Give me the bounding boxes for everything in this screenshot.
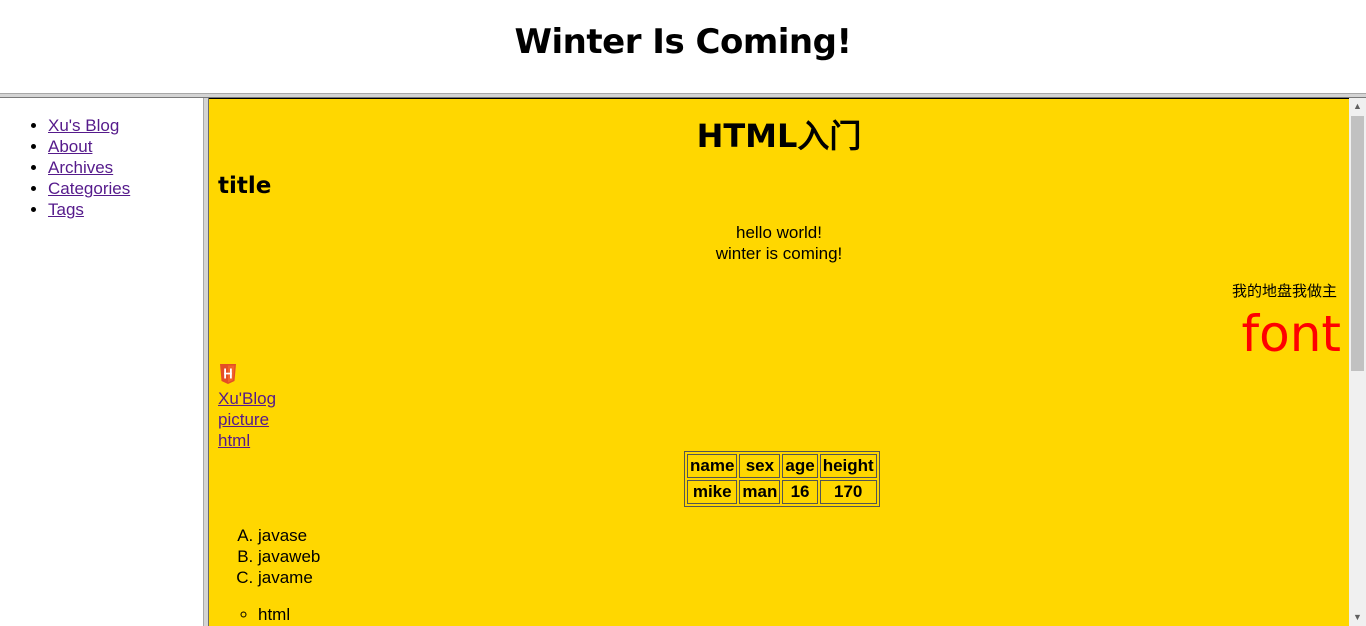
link-list: Xu'Blog picture html xyxy=(218,388,276,451)
html5-icon[interactable] xyxy=(219,364,237,384)
table-header-height: height xyxy=(819,454,877,478)
sidebar-item-about: About xyxy=(48,136,203,157)
table-header-name: name xyxy=(687,454,738,478)
table-header-row: name sex age height xyxy=(687,454,877,478)
sidebar-link-tags[interactable]: Tags xyxy=(48,200,84,219)
link-html[interactable]: html xyxy=(218,430,276,451)
sidebar-item-tags: Tags xyxy=(48,199,203,220)
page-title: Winter Is Coming! xyxy=(514,22,852,62)
ordered-list: javase javaweb javame xyxy=(218,525,320,588)
main-heading: HTML入门 xyxy=(696,117,862,155)
scroll-down-arrow-icon[interactable]: ▼ xyxy=(1349,609,1366,626)
right-aligned-text: 我的地盘我做主 xyxy=(1231,283,1337,300)
link-picture[interactable]: picture xyxy=(218,409,276,430)
centered-paragraph: hello world! winter is coming! xyxy=(209,222,1349,264)
table-header-sex: sex xyxy=(739,454,781,478)
red-font-text: font xyxy=(1241,305,1342,363)
sidebar-link-archives[interactable]: Archives xyxy=(48,158,113,177)
scrollbar-thumb[interactable] xyxy=(1351,116,1364,371)
sidebar-link-categories[interactable]: Categories xyxy=(48,179,130,198)
table-cell-sex: man xyxy=(739,480,781,504)
person-table: name sex age height mike man 16 170 xyxy=(684,451,880,507)
table-row: mike man 16 170 xyxy=(687,480,877,504)
table-cell-age: 16 xyxy=(782,480,818,504)
center-line-2: winter is coming! xyxy=(715,244,843,263)
main-subheading: title xyxy=(218,173,272,199)
sidebar-item-archives: Archives xyxy=(48,157,203,178)
table-header-age: age xyxy=(782,454,818,478)
table-cell-name: mike xyxy=(687,480,738,504)
sidebar-nav: Xu's Blog About Archives Categories Tags xyxy=(0,98,203,220)
center-line-1: hello world! xyxy=(736,223,822,242)
list-item: javase xyxy=(258,525,320,546)
list-item: javaweb xyxy=(258,546,320,567)
sidebar-frame: Xu's Blog About Archives Categories Tags xyxy=(0,98,203,626)
sidebar-item-categories: Categories xyxy=(48,178,203,199)
sidebar-link-blog[interactable]: Xu's Blog xyxy=(48,116,119,135)
link-xublog[interactable]: Xu'Blog xyxy=(218,388,276,409)
table-cell-height: 170 xyxy=(819,480,877,504)
top-frame: Winter Is Coming! xyxy=(0,0,1366,93)
sidebar-item-blog: Xu's Blog xyxy=(48,115,203,136)
main-frame: HTML入门 title hello world! winter is comi… xyxy=(209,98,1349,626)
unordered-list: html xyxy=(218,604,290,625)
list-item: html xyxy=(258,604,290,625)
vertical-scrollbar[interactable]: ▲ ▼ xyxy=(1349,98,1366,626)
sidebar-link-about[interactable]: About xyxy=(48,137,92,156)
scroll-up-arrow-icon[interactable]: ▲ xyxy=(1349,98,1366,115)
list-item: javame xyxy=(258,567,320,588)
